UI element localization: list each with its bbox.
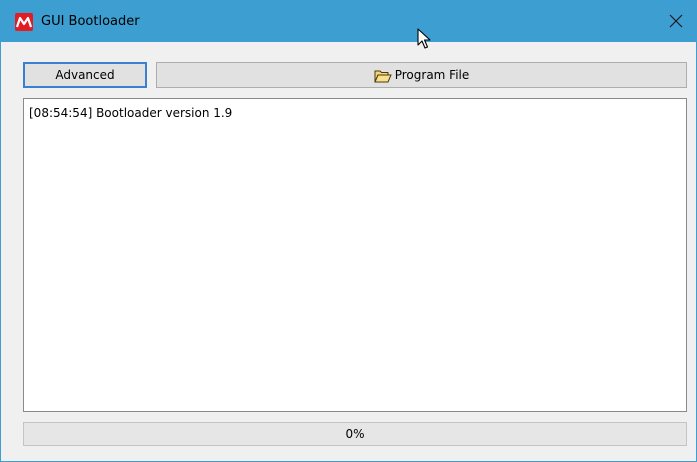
close-button[interactable] [656,1,696,42]
close-icon [669,14,683,28]
open-folder-icon [373,70,392,83]
progress-label: 0% [345,427,365,441]
window-title: GUI Bootloader [41,14,140,29]
program-file-label: Program File [394,68,470,82]
mouse-cursor-icon [417,28,431,49]
title-bar[interactable]: GUI Bootloader [1,1,696,42]
program-file-button[interactable]: Program File [156,62,687,88]
bootloader-window: GUI Bootloader Advanced Program File [08… [0,0,697,462]
progress-bar: 0% [23,422,687,446]
log-output[interactable]: [08:54:54] Bootloader version 1.9 [23,98,687,412]
log-line: [08:54:54] Bootloader version 1.9 [29,106,233,120]
advanced-button[interactable]: Advanced [23,62,147,88]
microchip-logo-icon [15,13,33,31]
